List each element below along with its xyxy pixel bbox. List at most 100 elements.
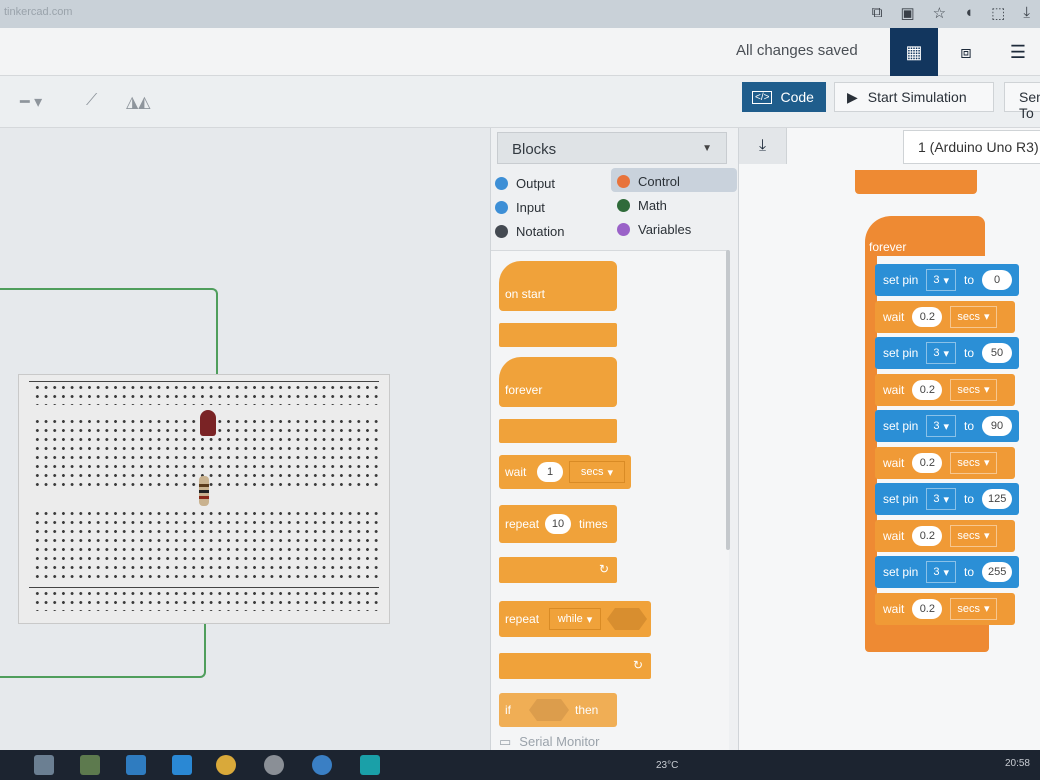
arduino-icon[interactable] xyxy=(360,755,380,775)
weather-text[interactable]: 23°C xyxy=(656,760,678,771)
set-pin-label: set pin xyxy=(883,346,919,360)
wait-value-input[interactable]: 1 xyxy=(537,462,563,482)
blocks-scrollbar[interactable] xyxy=(726,250,730,550)
resistor-component[interactable] xyxy=(199,476,209,506)
line-style-icon[interactable]: ━ ▾ xyxy=(20,92,42,112)
forever-block[interactable]: forever xyxy=(499,357,617,407)
browser-bar: tinkercad.com ⧉ ▣ ☆ ◖ ⬚ ⤓ xyxy=(0,0,1040,28)
mail-icon[interactable] xyxy=(126,755,146,775)
pin-value-input[interactable]: 0 xyxy=(982,270,1013,290)
repeat-times-footer: ↻ xyxy=(499,557,617,583)
pin-dropdown[interactable]: 3 ▾ xyxy=(926,342,957,364)
vscode-icon[interactable] xyxy=(172,755,192,775)
set-pin-label: set pin xyxy=(883,492,919,506)
puzzle-icon[interactable]: ⬚ xyxy=(991,4,1005,22)
wait-unit-label: secs xyxy=(957,456,980,469)
serial-monitor-button[interactable]: ▭ Serial Monitor xyxy=(499,734,600,750)
caret-icon: ▾ xyxy=(586,613,593,626)
calendar-icon[interactable] xyxy=(80,755,100,775)
flip-icon[interactable]: ◮◭ xyxy=(126,92,151,112)
repeat-times-block[interactable]: repeat 10 times xyxy=(499,505,617,543)
category-notation[interactable]: Notation xyxy=(495,224,564,239)
download-code-button[interactable]: ⤓ xyxy=(739,128,787,164)
screenshot-icon[interactable]: ⧉ xyxy=(872,4,883,22)
category-control[interactable]: Control xyxy=(617,174,680,189)
caret-icon: ▾ xyxy=(943,493,950,506)
category-input[interactable]: Input xyxy=(495,200,545,215)
pin-dropdown[interactable]: 3 ▾ xyxy=(926,488,957,510)
code-workspace[interactable]: ⤓ 1 (Arduino Uno R3) forever set pin 3 ▾ to… xyxy=(738,128,1040,750)
rail-holes-bottom xyxy=(33,589,381,611)
led-component[interactable] xyxy=(200,410,216,436)
wait-value-input[interactable]: 0.2 xyxy=(912,379,943,400)
pin-dropdown[interactable]: 3 ▾ xyxy=(926,269,957,291)
start-simulation-button[interactable]: ▶ Start Simulation xyxy=(834,82,994,112)
audio-icon[interactable]: ◖ xyxy=(964,4,973,22)
clock[interactable]: 20:58 xyxy=(1005,758,1030,769)
caret-icon: ▾ xyxy=(943,566,950,579)
category-math[interactable]: Math xyxy=(617,198,667,213)
forever-block-header[interactable]: forever xyxy=(865,216,985,256)
wait-unit-dropdown[interactable]: secs ▾ xyxy=(950,451,997,474)
desktop-icon[interactable] xyxy=(34,755,54,775)
code-button[interactable]: </> Code xyxy=(742,82,826,112)
pin-value-input[interactable]: 255 xyxy=(982,562,1013,582)
download-icon: ⤓ xyxy=(758,137,767,154)
pin-value-input[interactable]: 90 xyxy=(982,416,1013,436)
set-pin-block[interactable]: set pin 3 ▾ to 255 xyxy=(875,556,1019,588)
send-to-button[interactable]: Send To xyxy=(1004,82,1040,121)
component-list-button[interactable]: ☰ xyxy=(994,28,1040,76)
globe-icon[interactable] xyxy=(312,755,332,775)
condition-slot[interactable] xyxy=(607,608,647,630)
extensions-icon[interactable]: ▣ xyxy=(900,4,914,22)
wait-block[interactable]: wait 0.2 secs ▾ xyxy=(875,519,1015,552)
pin-dropdown[interactable]: 3 ▾ xyxy=(926,415,957,437)
app-icon[interactable] xyxy=(264,755,284,775)
wait-unit-label: secs xyxy=(957,529,980,542)
blocks-category-select[interactable]: Blocks ▼ xyxy=(497,132,727,164)
wire-tool-icon[interactable]: ⟋ xyxy=(86,92,97,110)
pin-dropdown[interactable]: 3 ▾ xyxy=(926,561,957,583)
if-condition-slot[interactable] xyxy=(529,699,569,721)
bookmark-star-icon[interactable]: ☆ xyxy=(933,4,946,22)
set-pin-block[interactable]: set pin 3 ▾ to 50 xyxy=(875,337,1019,369)
output-dot-icon xyxy=(495,177,508,190)
if-then-block[interactable]: if then xyxy=(499,693,617,727)
pin-value-input[interactable]: 125 xyxy=(982,489,1013,509)
set-pin-block[interactable]: set pin 3 ▾ to 90 xyxy=(875,410,1019,442)
on-start-block-partial[interactable] xyxy=(855,170,977,194)
schematic-view-button[interactable]: ⧈ xyxy=(942,28,990,76)
wait-unit-dropdown[interactable]: secs ▾ xyxy=(569,461,625,483)
wait-value-input[interactable]: 0.2 xyxy=(912,525,943,546)
pin-value-input[interactable]: 50 xyxy=(982,343,1013,363)
wait-block[interactable]: wait 0.2 secs ▾ xyxy=(875,373,1015,406)
wait-block[interactable]: wait 0.2 secs ▾ xyxy=(875,592,1015,625)
wait-unit-dropdown[interactable]: secs ▾ xyxy=(950,305,997,328)
category-output[interactable]: Output xyxy=(495,176,555,191)
circuit-canvas[interactable] xyxy=(0,128,490,750)
device-select[interactable]: 1 (Arduino Uno R3) xyxy=(903,130,1040,164)
wait-block[interactable]: wait 0.2 secs ▾ xyxy=(875,300,1015,333)
while-mode-dropdown[interactable]: while ▾ xyxy=(549,608,601,630)
category-variables[interactable]: Variables xyxy=(617,222,691,237)
browser-tab-text[interactable]: tinkercad.com xyxy=(4,6,72,18)
wait-value-input[interactable]: 0.2 xyxy=(912,598,943,619)
downloads-icon[interactable]: ⤓ xyxy=(1023,4,1030,22)
set-pin-label: set pin xyxy=(883,273,919,287)
repeat-count-input[interactable]: 10 xyxy=(545,514,571,534)
wait-value-input[interactable]: 0.2 xyxy=(912,306,943,327)
set-pin-block[interactable]: set pin 3 ▾ to 125 xyxy=(875,483,1019,515)
wait-unit-dropdown[interactable]: secs ▾ xyxy=(950,597,997,620)
on-start-block[interactable]: on start xyxy=(499,261,617,311)
wait-unit-dropdown[interactable]: secs ▾ xyxy=(950,524,997,547)
wait-value-input[interactable]: 0.2 xyxy=(912,452,943,473)
monitor-icon: ▭ xyxy=(499,734,512,749)
wait-unit-dropdown[interactable]: secs ▾ xyxy=(950,378,997,401)
chip-icon: ▦ xyxy=(905,41,923,62)
repeat-while-block[interactable]: repeat while ▾ xyxy=(499,601,651,637)
wait-block[interactable]: wait 0.2 secs ▾ xyxy=(875,446,1015,479)
set-pin-block[interactable]: set pin 3 ▾ to 0 xyxy=(875,264,1019,296)
wait-block[interactable]: wait 1 secs ▾ xyxy=(499,455,631,489)
chrome-icon[interactable] xyxy=(216,755,236,775)
circuit-view-button[interactable]: ▦ xyxy=(890,28,938,76)
